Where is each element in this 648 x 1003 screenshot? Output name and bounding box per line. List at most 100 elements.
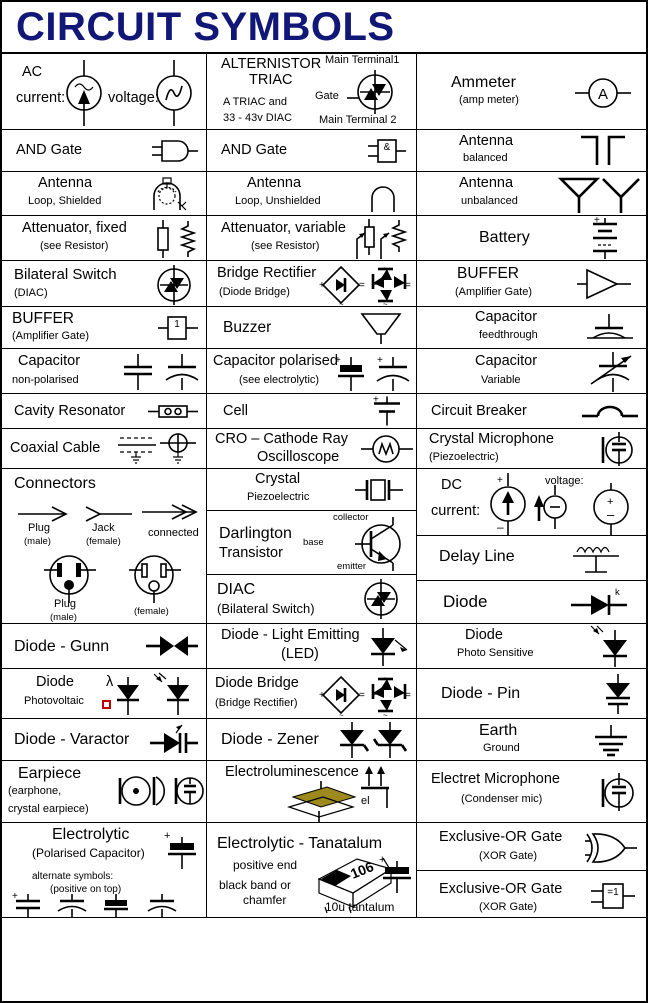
cell-antenna-loop-unshielded: Antenna Loop, Unshielded [207, 172, 417, 215]
xor-d-label: Exclusive-OR Gate [439, 829, 563, 845]
bilateral-switch-label: Bilateral Switch [14, 266, 117, 283]
photo-sensitive-diode-icon [590, 625, 627, 667]
cell-bilateral-switch: Bilateral Switch (DIAC) [2, 261, 207, 306]
diode-bridge-sub: (Bridge Rectifier) [215, 697, 298, 709]
table-row: Capacitor non-polarised Capacitor polari… [2, 349, 646, 394]
pin-diode-icon [606, 673, 630, 714]
ammeter-icon: A [575, 78, 631, 108]
loop-unshielded-label: Antenna [247, 175, 302, 191]
diode-bridge-icon: + = ~ ~ + = ~ ~ [319, 674, 411, 718]
gunn-diode-icon [146, 636, 198, 656]
cell-attenuator-fixed: Attenuator, fixed (see Resistor) [2, 216, 207, 260]
subcell-darlington: Darlington Transistor collector base emi… [207, 511, 416, 575]
table-row: AND Gate AND Gate & Antenna balanced [2, 130, 646, 172]
svg-text:A: A [598, 86, 608, 103]
ac-voltage-label: voltage: [108, 90, 159, 106]
xor-gate-distinctive-icon [585, 833, 637, 863]
dc-label: DC [441, 477, 462, 493]
svg-text:–: – [497, 520, 504, 534]
cell-crystal-darlington-diac: Crystal Piezoelectric Darlington Transis… [207, 469, 417, 623]
cavity-resonator-icon [148, 405, 198, 418]
buffer-rect-sub: (Amplifier Gate) [12, 330, 90, 342]
table-row: Connectors Plug (male) Jack (female) con… [2, 469, 646, 624]
photovoltaic-sub: Photovoltaic [24, 695, 84, 707]
electrolytic-alt-note: alternate symbols: [32, 871, 114, 882]
diac-label: DIAC [217, 581, 256, 598]
antenna-unbalanced-icon [557, 177, 640, 213]
subcell-delay-line: Delay Line [417, 536, 646, 581]
plug-socket-label: Plug [54, 598, 77, 610]
circuit-symbols-page: CIRCUIT SYMBOLS AC current: voltage: ALT… [0, 0, 648, 1003]
cap-np-sub: non-polarised [12, 374, 79, 386]
cell-connectors: Connectors Plug (male) Jack (female) con… [2, 469, 207, 623]
cell-diode-varactor: Diode - Varactor [2, 719, 207, 760]
darlington-base-label: base [303, 537, 324, 548]
cap-feed-label: Capacitor [475, 309, 538, 325]
svg-text:~: ~ [339, 300, 344, 306]
table-row: Electrolytic (Polarised Capacitor) alter… [2, 823, 646, 918]
cell-cavity-resonator: Cavity Resonator [2, 394, 207, 428]
cell-dc-delay-diode: DC current: voltage: + – + – Delay Line … [417, 469, 646, 623]
antenna-unbalanced-sub: unbalanced [461, 195, 518, 207]
xor-d-sub: (XOR Gate) [479, 850, 538, 862]
jack-label: Jack [92, 522, 115, 534]
dc-voltage-source-icon: + – [593, 483, 629, 535]
cell-electrolytic: Electrolytic (Polarised Capacitor) alter… [2, 823, 207, 917]
svg-text:~: ~ [383, 300, 388, 306]
svg-text:~: ~ [339, 264, 344, 273]
loop-shielded-icon [153, 177, 187, 211]
svg-text:+: + [164, 830, 170, 842]
earth-ground-icon [595, 725, 627, 757]
antenna-balanced-icon [581, 135, 625, 165]
table-row: Earpiece (earphone, crystal earpiece) El… [2, 761, 646, 823]
capacitor-non-polarised-icons [124, 354, 199, 390]
table-row: Diode - Gunn Diode - Light Emitting (LED… [2, 624, 646, 669]
crystal-microphone-icon [601, 432, 633, 466]
electret-label: Electret Microphone [431, 771, 560, 787]
crystal-sub: Piezoelectric [247, 491, 310, 503]
svg-text:+: + [319, 690, 325, 701]
earth-label: Earth [479, 722, 518, 739]
antenna-unbalanced-label: Antenna [459, 175, 514, 191]
earpiece-sub1: (earphone, [8, 785, 62, 797]
svg-text:+: + [12, 891, 18, 902]
cell-diode-gunn: Diode - Gunn [2, 624, 207, 668]
electrolytic-alternate-icons: + [12, 891, 177, 917]
delay-line-icon [573, 546, 619, 573]
svg-text:~: ~ [383, 711, 388, 718]
svg-text:~: ~ [383, 264, 388, 273]
photovoltaic-diode-icons [102, 672, 189, 715]
cell-diode-bridge: Diode Bridge (Bridge Rectifier) + = ~ ~ … [207, 669, 417, 718]
capacitor-polarised-icons: + + [335, 355, 410, 391]
cell-antenna-loop-shielded: Antenna Loop, Shielded [2, 172, 207, 215]
cro-line1: CRO – Cathode Ray [215, 431, 348, 447]
plug-sub: (male) [24, 536, 51, 547]
diac-icon [364, 579, 398, 619]
triac-mt1-label: Main Terminal1 [325, 54, 400, 66]
cell-icon: + [373, 395, 400, 426]
ac-voltage-source-icon [156, 60, 192, 126]
gunn-label: Diode - Gunn [14, 637, 110, 655]
electrolytic-label: Electrolytic [52, 826, 130, 843]
el-label: el [361, 795, 370, 807]
cell-diode-zener: Diode - Zener [207, 719, 417, 760]
plug-socket-sub: (male) [50, 612, 77, 623]
varactor-label: Diode - Varactor [14, 731, 130, 748]
ac-current-source-icon [66, 60, 102, 126]
photovoltaic-label: Diode [36, 674, 74, 690]
battery-icon: + [593, 216, 617, 259]
cell-alternistor-triac: ALTERNISTOR TRIAC A TRIAC and 33 - 43v D… [207, 54, 417, 129]
coax-label: Coaxial Cable [10, 440, 101, 456]
ac-current-label: current: [16, 90, 66, 106]
cap-pol-sub: (see electrolytic) [239, 374, 320, 386]
svg-text:~: ~ [339, 674, 344, 683]
subcell-xor-rectangular: Exclusive-OR Gate (XOR Gate) =1 [417, 871, 646, 917]
dc-current-source-icon: + – [490, 473, 526, 535]
svg-text:+: + [319, 280, 325, 291]
subcell-crystal: Crystal Piezoelectric [207, 469, 416, 511]
diode-label: Diode [443, 592, 488, 611]
bridge-rectifier-icon: + = ~ ~ + = ~ ~ [319, 264, 411, 306]
cell-circuit-breaker: Circuit Breaker [417, 394, 646, 428]
cell-buffer-triangle: BUFFER (Amplifier Gate) [417, 261, 646, 306]
svg-text:1: 1 [174, 319, 180, 330]
